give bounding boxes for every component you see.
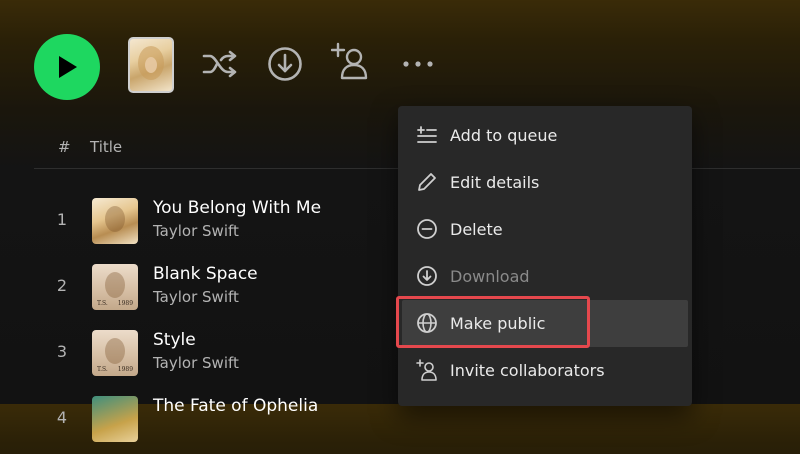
track-row[interactable]: 1 You Belong With Me Taylor Swift <box>34 196 404 256</box>
shuffle-icon <box>202 50 237 78</box>
context-menu: Add to queue Edit details Delete Downloa… <box>396 106 692 406</box>
menu-item-invite-collaborators[interactable]: Invite collaborators <box>402 347 688 394</box>
track-title[interactable]: Style <box>153 330 196 350</box>
menu-item-add-to-queue[interactable]: Add to queue <box>402 112 688 159</box>
album-art-figure <box>105 338 125 364</box>
menu-item-make-public[interactable]: Make public <box>396 296 688 348</box>
track-artist[interactable]: Taylor Swift <box>153 222 239 240</box>
album-art-year: 1989 <box>117 366 134 373</box>
pencil-icon <box>416 171 438 193</box>
album-art-caption: T.S. 1989 <box>92 366 138 373</box>
track-title[interactable]: You Belong With Me <box>153 198 321 218</box>
menu-item-label: Add to queue <box>450 126 558 145</box>
menu-item-edit-details[interactable]: Edit details <box>402 159 688 206</box>
add-user-icon <box>331 42 368 80</box>
track-number: 4 <box>56 408 68 427</box>
menu-item-download: Download <box>402 253 688 300</box>
album-art-figure <box>105 272 125 298</box>
play-button[interactable] <box>34 34 100 100</box>
track-album-art: T.S. 1989 <box>92 330 138 376</box>
track-row[interactable]: 4 The Fate of Ophelia <box>34 394 404 454</box>
column-header-number: # <box>58 138 71 156</box>
track-number: 2 <box>56 276 68 295</box>
album-cover-thumbnail[interactable] <box>128 37 174 93</box>
more-options-icon <box>403 61 433 67</box>
download-button[interactable] <box>265 44 305 84</box>
menu-item-label: Edit details <box>450 173 540 192</box>
menu-item-label: Make public <box>450 314 546 333</box>
track-album-art: T.S. 1989 <box>92 264 138 310</box>
menu-item-label: Invite collaborators <box>450 361 605 380</box>
play-icon <box>59 56 77 78</box>
menu-item-delete[interactable]: Delete <box>402 206 688 253</box>
track-album-art <box>92 198 138 244</box>
album-art-initials: T.S. <box>96 366 108 373</box>
track-number: 1 <box>56 210 68 229</box>
column-header-title[interactable]: Title <box>90 138 122 156</box>
add-user-icon <box>416 359 438 381</box>
track-row[interactable]: 2 T.S. 1989 Blank Space Taylor Swift <box>34 262 404 322</box>
track-artist[interactable]: Taylor Swift <box>153 288 239 306</box>
album-art-image <box>138 46 164 80</box>
add-to-queue-icon <box>416 124 438 146</box>
track-title[interactable]: The Fate of Ophelia <box>153 396 318 416</box>
more-options-button[interactable] <box>398 44 438 84</box>
track-album-art <box>92 396 138 442</box>
menu-item-label: Delete <box>450 220 503 239</box>
minus-circle-icon <box>416 218 438 240</box>
album-art-caption: T.S. 1989 <box>92 300 138 307</box>
album-art-initials: T.S. <box>96 300 108 307</box>
globe-icon <box>416 312 438 334</box>
track-row[interactable]: 3 T.S. 1989 Style Taylor Swift <box>34 328 404 388</box>
track-number: 3 <box>56 342 68 361</box>
track-title[interactable]: Blank Space <box>153 264 258 284</box>
track-artist[interactable]: Taylor Swift <box>153 354 239 372</box>
download-icon <box>268 47 302 81</box>
shuffle-button[interactable] <box>200 44 240 84</box>
album-art-figure <box>105 206 125 232</box>
invite-collaborators-button[interactable] <box>331 42 371 82</box>
menu-item-label: Download <box>450 267 530 286</box>
download-icon <box>416 265 438 287</box>
album-art-year: 1989 <box>117 300 134 307</box>
